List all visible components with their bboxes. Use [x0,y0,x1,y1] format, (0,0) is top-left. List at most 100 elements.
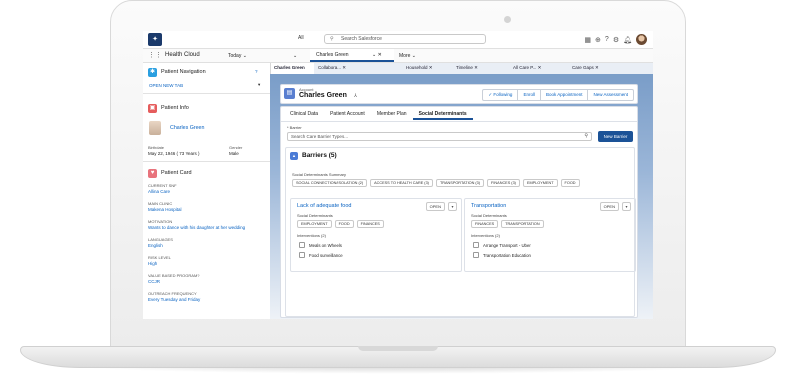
nav-tab-controls[interactable]: ⌄ ✕ [372,52,382,58]
subtab-care-gaps[interactable]: Care Gaps ✕ [572,65,599,71]
field-value[interactable]: Allina Care [148,189,170,194]
barrier-card-title[interactable]: Transportation [471,203,506,209]
barrier-pill: FOOD [334,220,354,228]
patient-name-link[interactable]: Charles Green [170,125,204,131]
subtab-all-care-plans[interactable]: All Care P... ✕ [513,65,541,71]
app-launcher-icon[interactable]: ⋮⋮ [148,51,162,59]
barriers-section: ▲ Barriers (5) Social Determinants Summa… [285,147,636,317]
barrier-pill: EMPLOYMENT [297,220,332,228]
barrier-label: * Barrier [287,125,302,130]
tab-social-determinants[interactable]: Social Determinants [412,110,473,120]
nav-item-today[interactable]: Today ⌄ [228,53,247,59]
interventions-label: Interventions (2) [471,233,500,238]
checkbox[interactable] [473,252,479,258]
screen: ✦ All ⚲ Search Salesforce ▦ ⊕ ? ⚙ 🔔︎ ⋮⋮ … [143,31,653,319]
patient-info-title: Patient Info [161,105,189,111]
barrier-card-title[interactable]: Lack of adequate food [297,203,351,209]
record-actions: ✓ Following Enroll Book Appointment New … [482,89,634,101]
status-badge: OPEN [425,202,445,211]
gender-label: Gender [229,145,243,150]
summary-pill: FOOD [560,179,580,187]
intervention-item[interactable]: Transportation Education [473,252,531,258]
tab-clinical-data[interactable]: Clinical Data [284,110,324,120]
social-determinants-label: Social Determinants [297,213,333,218]
interventions-label: Interventions (2) [297,233,326,238]
subtab-household[interactable]: Household ✕ [406,65,433,71]
field-value: CCJR [148,279,160,284]
nav-item-more[interactable]: More ⌄ [399,53,416,59]
field-label: CURRENT SNF [148,183,177,188]
search-scope-select[interactable]: All [298,35,304,41]
book-appointment-button[interactable]: Book Appointment [539,90,588,100]
field-value: Wants to dance with his daughter at her … [148,225,246,230]
status-badge: OPEN [599,202,619,211]
summary-label: Social Determinants Summary [292,172,347,177]
barriers-icon: ▲ [290,152,298,160]
field-label: MAIN CLINIC [148,201,173,206]
laptop-notch [358,346,438,351]
intervention-item[interactable]: Meals on Wheels [299,242,342,248]
summary-pill: SOCIAL CONNECTION/ISOLATION (2) [292,179,368,187]
checkbox[interactable] [299,252,305,258]
app-name: Health Cloud [165,52,200,58]
global-search-input[interactable]: ⚲ Search Salesforce [324,34,486,44]
nav-item-dropdown[interactable]: ⌄ [293,53,297,59]
nav-tab-active[interactable]: Charles Green ⌄ ✕ [310,49,394,62]
new-assessment-button[interactable]: New Assessment [587,90,633,100]
intervention-item[interactable]: Arrange Transport - Uber [473,242,531,248]
bell-icon[interactable]: 🔔︎ [623,36,632,44]
tab-member-plan[interactable]: Member Plan [371,110,413,120]
account-icon: ▤ [284,88,295,99]
grid-icon[interactable]: ▦ [584,36,591,44]
checkbox[interactable] [299,242,305,248]
barrier-pill: FINANCES [356,220,384,228]
open-new-tab-link[interactable]: OPEN NEW TAB [149,83,183,88]
chevron-down-icon[interactable]: ▾ [258,82,260,88]
user-avatar[interactable] [636,34,647,45]
intervention-item[interactable]: Food surveillance [299,252,343,258]
record-header: ▤ Account Charles Green ⅄ ✓ Following En… [280,84,638,104]
intervention-label: Food surveillance [309,252,343,258]
search-icon: ⚲ [330,36,334,42]
search-placeholder: Search Salesforce [341,36,382,42]
field-value: English [148,243,163,248]
subtab-charles-green[interactable]: Charles Green [274,65,305,70]
chevron-down-icon[interactable]: ▾ [622,202,631,211]
summary-pills: SOCIAL CONNECTION/ISOLATION (2) ACCESS T… [292,179,580,187]
help-link[interactable]: ? [255,69,258,74]
content-card: Clinical Data Patient Account Member Pla… [280,106,638,318]
enroll-button[interactable]: Enroll [517,90,540,100]
chevron-down-icon[interactable]: ▾ [448,202,457,211]
barrier-pill: FINANCES [471,220,499,228]
divider [143,161,270,162]
help-icon[interactable]: ? [605,36,609,43]
social-determinants-label: Social Determinants [471,213,507,218]
patient-card-title: Patient Card [161,170,192,176]
barrier-pill: TRANSPORTATION [501,220,544,228]
barrier-search-input[interactable]: Search Care Barrier Types... ⚲ [287,132,592,141]
summary-pill: FINANCES (3) [487,179,520,187]
gender-value: Male [229,151,239,156]
app-logo-icon[interactable]: ✦ [148,33,162,46]
checkbox[interactable] [473,242,479,248]
tab-divider [281,121,637,122]
search-icon: ⚲ [584,133,588,139]
new-barrier-button[interactable]: New Barrier [598,131,633,142]
barriers-title: Barriers (5) [302,152,337,159]
global-header: ✦ All ⚲ Search Salesforce ▦ ⊕ ? ⚙ 🔔︎ [143,31,653,49]
app-nav-bar: ⋮⋮ Health Cloud Today ⌄ ⌄ Charles Green … [143,49,653,63]
following-button[interactable]: ✓ Following [483,90,517,100]
intervention-label: Meals on Wheels [309,242,342,248]
summary-pill: TRANSPORTATION (3) [435,179,485,187]
summary-pill: ACCESS TO HEALTH CARE (3) [370,179,433,187]
subtab-collaboration[interactable]: Collabora... ✕ [318,65,346,71]
subtab-timeline[interactable]: Timeline ✕ [456,65,478,71]
tab-patient-account[interactable]: Patient Account [324,110,371,120]
patient-navigation-title: Patient Navigation [161,69,206,75]
hierarchy-icon[interactable]: ⅄ [354,93,357,99]
birthdate-value: May 22, 1946 ( 73 Years ) [148,151,200,156]
field-value[interactable]: Makena Hospital [148,207,182,212]
field-label: VALUE BASED PROGRAM? [148,273,200,278]
gear-icon[interactable]: ⚙ [613,36,619,44]
plus-icon[interactable]: ⊕ [595,36,601,44]
